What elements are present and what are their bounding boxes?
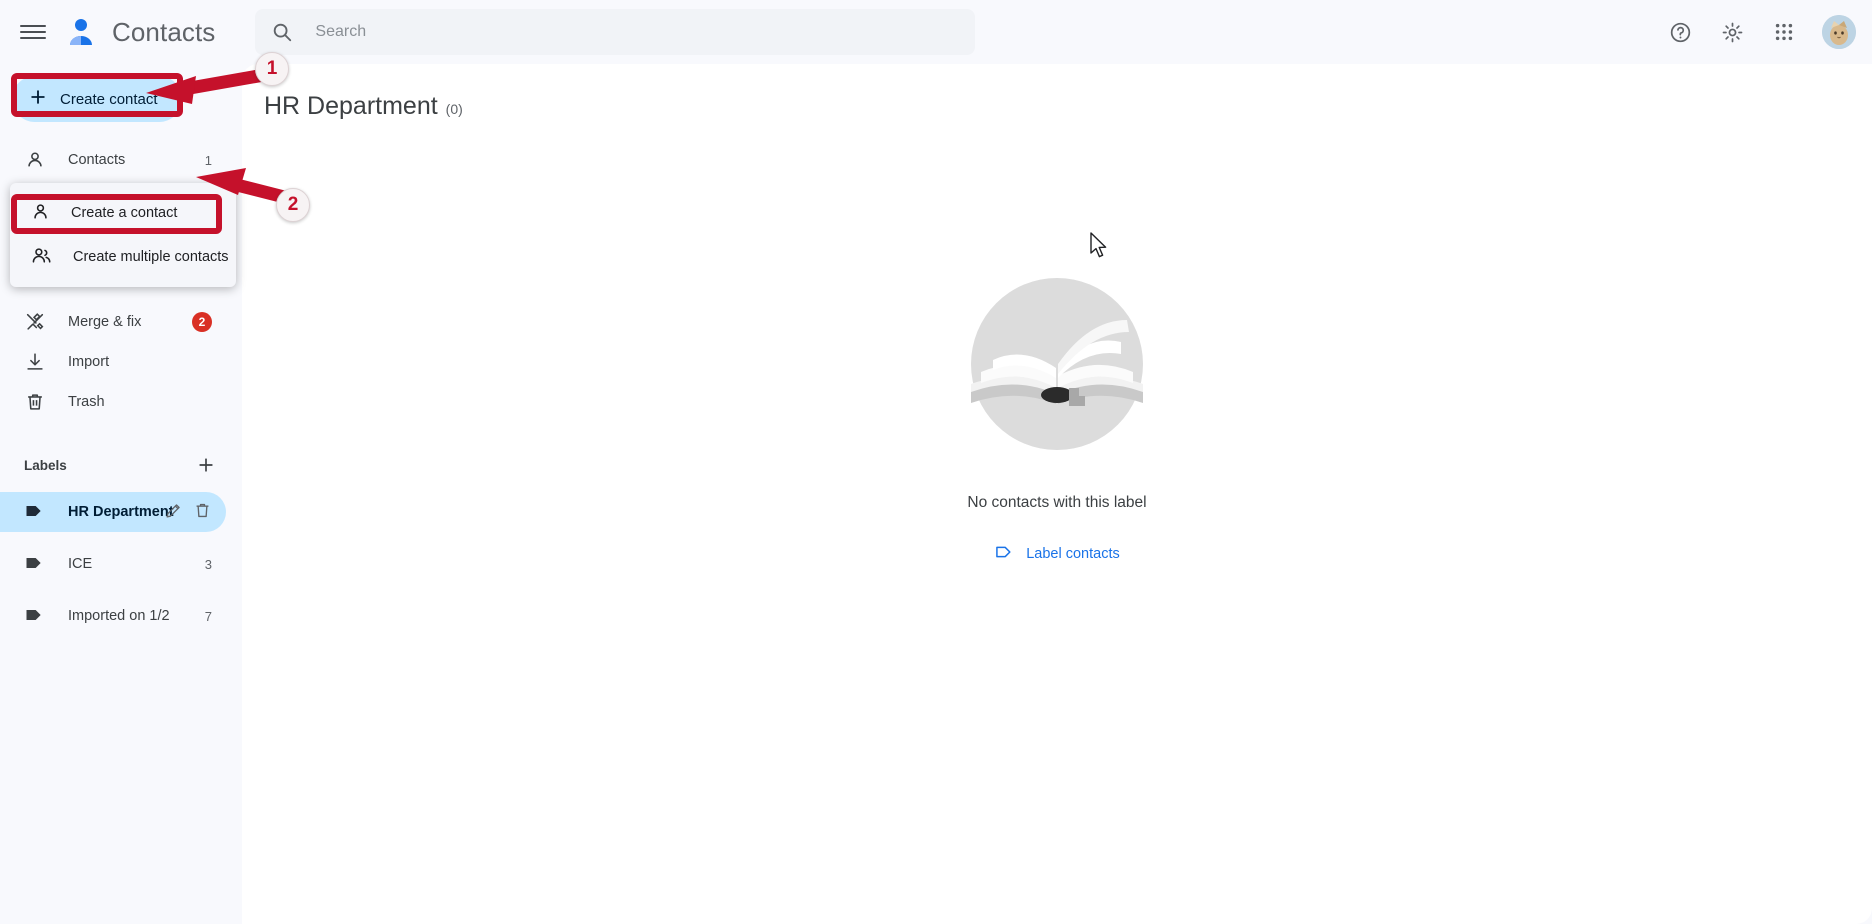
menu-item-create-a-contact-label: Create a contact bbox=[71, 205, 178, 221]
create-contact-label: Create contact bbox=[60, 90, 158, 108]
trash-icon bbox=[24, 391, 46, 413]
create-contact-button[interactable]: Create contact bbox=[12, 76, 182, 122]
sidebar-item-trash-label: Trash bbox=[68, 394, 105, 410]
sidebar-item-imported-count: 7 bbox=[204, 608, 212, 624]
top-bar-actions bbox=[1658, 0, 1856, 64]
sidebar-item-contacts-count: 1 bbox=[204, 152, 212, 168]
menu-item-create-multiple-contacts-label: Create multiple contacts bbox=[73, 249, 229, 265]
sidebar-item-contacts[interactable]: Contacts 1 bbox=[0, 140, 226, 180]
search-input[interactable] bbox=[315, 23, 960, 41]
sidebar-item-imported-label: Imported on 1/2 bbox=[68, 608, 170, 624]
sidebar-item-hr-department[interactable]: HR Department bbox=[0, 492, 226, 532]
create-contact-dropdown-menu: Create a contact Create multiple contact… bbox=[10, 183, 236, 287]
merge-fix-icon bbox=[24, 311, 46, 333]
hamburger-menu-icon[interactable] bbox=[20, 22, 46, 42]
sidebar-item-hr-department-label: HR Department bbox=[68, 504, 174, 520]
delete-label-trash-icon[interactable] bbox=[193, 501, 212, 523]
empty-state: No contacts with this label Label contac… bbox=[242, 264, 1872, 566]
contacts-person-icon bbox=[64, 15, 98, 49]
open-book-illustration bbox=[957, 264, 1157, 464]
sidebar-item-ice-label: ICE bbox=[68, 556, 93, 572]
contacts-icon bbox=[24, 149, 46, 171]
label-contact-count: (0) bbox=[445, 101, 463, 117]
label-tag-icon bbox=[24, 553, 46, 575]
label-tag-icon bbox=[24, 605, 46, 627]
brand-logo-area[interactable]: Contacts bbox=[64, 15, 215, 49]
create-label-plus-icon[interactable] bbox=[194, 453, 218, 477]
gear-icon[interactable] bbox=[1710, 10, 1754, 54]
multiple-people-icon bbox=[30, 245, 53, 270]
menu-item-create-a-contact[interactable]: Create a contact bbox=[10, 191, 236, 235]
sidebar-item-trash[interactable]: Trash bbox=[0, 382, 226, 422]
page-title: Contacts bbox=[112, 16, 216, 47]
label-title: HR Department bbox=[264, 92, 438, 120]
labels-label: Labels bbox=[24, 457, 67, 473]
contacts-app: Contacts Search Create contact Contacts … bbox=[0, 0, 1872, 924]
help-circle-icon[interactable] bbox=[1658, 10, 1702, 54]
sidebar-item-ice[interactable]: ICE 3 bbox=[0, 544, 226, 584]
label-contacts-link[interactable]: Label contacts bbox=[994, 542, 1120, 566]
pencil-icon[interactable] bbox=[164, 501, 183, 523]
single-person-icon bbox=[30, 201, 51, 226]
plus-icon bbox=[28, 87, 48, 111]
avatar[interactable] bbox=[1822, 15, 1856, 49]
sidebar-item-import[interactable]: Import bbox=[0, 342, 226, 382]
top-bar: Contacts bbox=[0, 0, 1872, 64]
import-icon bbox=[24, 351, 46, 373]
search-icon bbox=[271, 21, 293, 43]
label-tag-icon bbox=[24, 501, 46, 523]
label-row-actions bbox=[164, 501, 212, 523]
sidebar-item-imported[interactable]: Imported on 1/2 7 bbox=[0, 596, 226, 636]
main-content: HR Department (0) No contacts with this … bbox=[242, 64, 1872, 924]
sidebar-item-import-label: Import bbox=[68, 354, 110, 370]
sidebar-item-merge-fix-label: Merge & fix bbox=[68, 314, 142, 330]
merge-fix-badge: 2 bbox=[192, 312, 212, 332]
mouse-cursor bbox=[1089, 232, 1109, 265]
search-bar[interactable] bbox=[255, 9, 976, 55]
merge-fix-badge-wrap: 2 bbox=[192, 312, 212, 332]
sidebar-item-merge-fix[interactable]: Merge & fix 2 bbox=[0, 302, 226, 342]
sidebar-item-ice-count: 3 bbox=[204, 556, 212, 572]
section-heading-labels: Labels bbox=[0, 448, 242, 482]
label-tag-outline-icon bbox=[994, 542, 1014, 566]
sidebar-item-contacts-label: Contacts bbox=[68, 152, 126, 168]
label-contacts-link-label: Label contacts bbox=[1026, 546, 1120, 562]
label-title-row: HR Department (0) bbox=[242, 64, 1872, 121]
empty-state-message: No contacts with this label bbox=[967, 494, 1147, 511]
menu-item-create-multiple-contacts[interactable]: Create multiple contacts bbox=[10, 235, 236, 279]
apps-grid-icon[interactable] bbox=[1762, 10, 1806, 54]
